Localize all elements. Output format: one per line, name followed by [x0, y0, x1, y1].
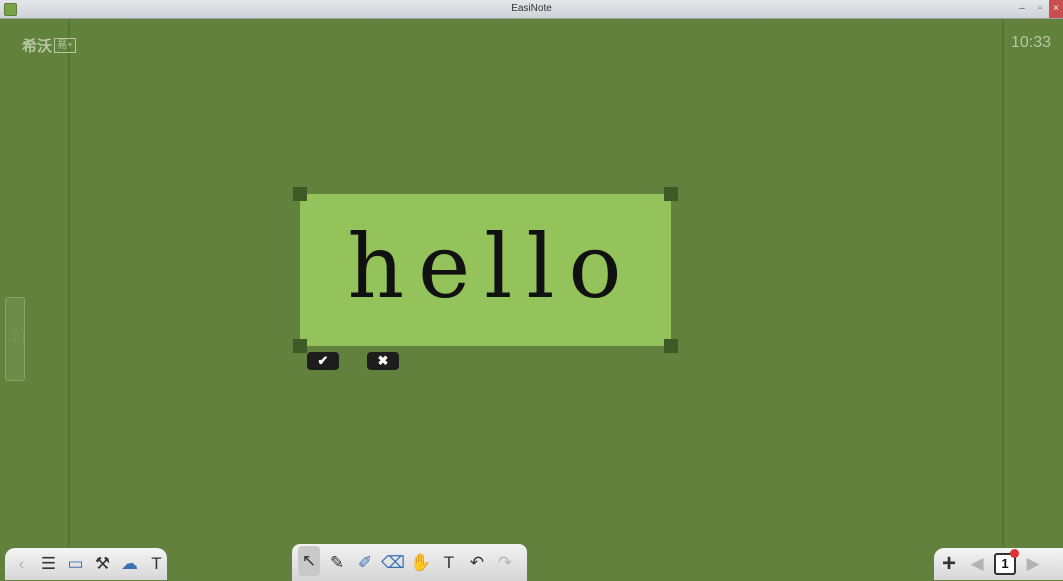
- courseware-icon[interactable]: T: [146, 553, 167, 575]
- grip-icon: ⋮⋮: [10, 332, 28, 342]
- drawing-toolbar: ↖ ✎ ✐ ⌫ ✋ T ↶ ↷: [292, 544, 527, 581]
- cloud-icon[interactable]: ☁: [119, 553, 140, 575]
- resize-handle-bottom-right[interactable]: [664, 339, 678, 353]
- side-panel-handle[interactable]: ⋮⋮: [5, 297, 28, 381]
- maximize-button[interactable]: ▫: [1031, 0, 1049, 18]
- hand-tool-icon[interactable]: ✋: [410, 552, 432, 574]
- page-indicator[interactable]: 1: [994, 549, 1019, 575]
- close-button[interactable]: ×: [1049, 0, 1063, 18]
- brand-logo: 希沃 易+: [22, 35, 76, 56]
- redo-icon[interactable]: ↷: [494, 552, 516, 574]
- next-page-icon[interactable]: ▶: [1022, 553, 1044, 575]
- collapse-left-icon[interactable]: ‹: [11, 553, 32, 575]
- logo-badge: 易+: [54, 38, 76, 53]
- resize-handle-top-right[interactable]: [664, 187, 678, 201]
- clock: 10:33: [1010, 34, 1051, 51]
- tools-icon[interactable]: ⚒: [92, 553, 113, 575]
- confirm-button[interactable]: ✔: [307, 352, 339, 370]
- title-bar: EasiNote – ▫ ×: [0, 0, 1063, 19]
- window-title: EasiNote: [511, 3, 552, 14]
- text-selection-box[interactable]: hello: [300, 194, 671, 346]
- text-tool-icon[interactable]: T: [438, 552, 460, 574]
- minimize-button[interactable]: –: [1013, 0, 1031, 18]
- screen-icon[interactable]: ▭: [65, 553, 86, 575]
- pen-tool-icon[interactable]: ✎: [326, 552, 348, 574]
- logo-text: 希沃: [22, 38, 53, 55]
- brush-tool-icon[interactable]: ✐: [354, 552, 376, 574]
- menu-icon[interactable]: ☰: [38, 553, 59, 575]
- page-notification-dot: [1010, 549, 1019, 558]
- add-page-icon[interactable]: +: [938, 550, 960, 577]
- resize-handle-top-left[interactable]: [293, 187, 307, 201]
- left-toolbar: ‹ ☰ ▭ ⚒ ☁ T: [5, 548, 167, 580]
- text-object[interactable]: hello: [347, 215, 635, 318]
- select-tool-icon[interactable]: ↖: [298, 546, 320, 576]
- page-number: 1: [1001, 556, 1009, 571]
- prev-page-icon[interactable]: ◀: [966, 553, 988, 575]
- cancel-button[interactable]: ✖: [367, 352, 399, 370]
- resize-handle-bottom-left[interactable]: [293, 339, 307, 353]
- eraser-tool-icon[interactable]: ⌫: [381, 552, 405, 574]
- window-controls: – ▫ ×: [1013, 0, 1063, 18]
- undo-icon[interactable]: ↶: [466, 552, 488, 574]
- page-toolbar: + ◀ 1 ▶: [934, 548, 1063, 580]
